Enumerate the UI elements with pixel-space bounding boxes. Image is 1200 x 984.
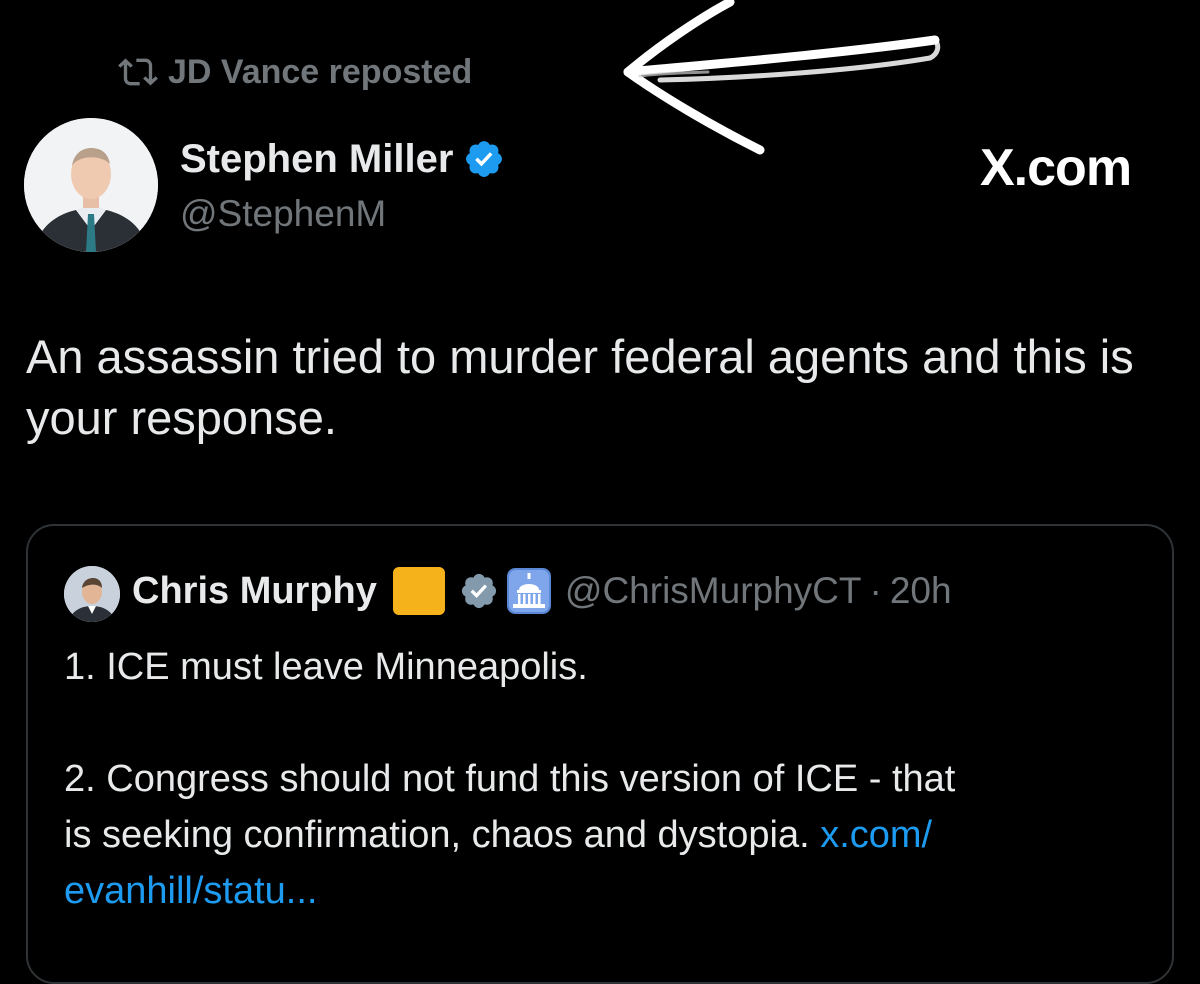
quote-avatar[interactable] (64, 566, 120, 622)
quote-link-continued[interactable]: evanhill/statu... (64, 864, 317, 918)
quote-text-line: 2. Congress should not fund this version… (64, 758, 956, 800)
repost-icon (118, 58, 158, 86)
avatar-image (24, 118, 158, 252)
arrow-annotation (623, 0, 941, 155)
square-emoji (392, 567, 445, 615)
quote-author-handle[interactable]: @ChrisMurphyCT (565, 570, 862, 612)
verified-badge-icon (466, 141, 503, 177)
quote-text-segment: is seeking confirmation, chaos and dysto… (64, 814, 810, 856)
author-handle[interactable]: @StephenM (180, 193, 386, 235)
quote-avatar-image (64, 566, 120, 622)
quote-header: Chris Murphy @ChrisMurphyCT · 20h (132, 563, 952, 619)
capitol-icon (506, 568, 551, 614)
author-name-row: Stephen Miller (180, 134, 505, 184)
tweet-text: An assassin tried to murder federal agen… (26, 330, 1134, 444)
quote-link[interactable]: x.com/ (820, 814, 932, 856)
quote-text-line: is seeking confirmation, chaos and dysto… (64, 808, 932, 862)
separator-dot: · (869, 570, 882, 611)
x-watermark: X.com (980, 139, 1132, 197)
verified-badge-icon (461, 573, 496, 609)
author-name[interactable]: Stephen Miller (180, 137, 453, 182)
quote-text-line: 1. ICE must leave Minneapolis. (64, 646, 588, 688)
repost-indicator[interactable]: JD Vance reposted (118, 52, 472, 92)
avatar[interactable] (24, 118, 158, 252)
repost-label: JD Vance reposted (168, 52, 473, 91)
quote-author-name[interactable]: Chris Murphy (132, 570, 377, 613)
quote-timestamp[interactable]: 20h (890, 570, 952, 612)
